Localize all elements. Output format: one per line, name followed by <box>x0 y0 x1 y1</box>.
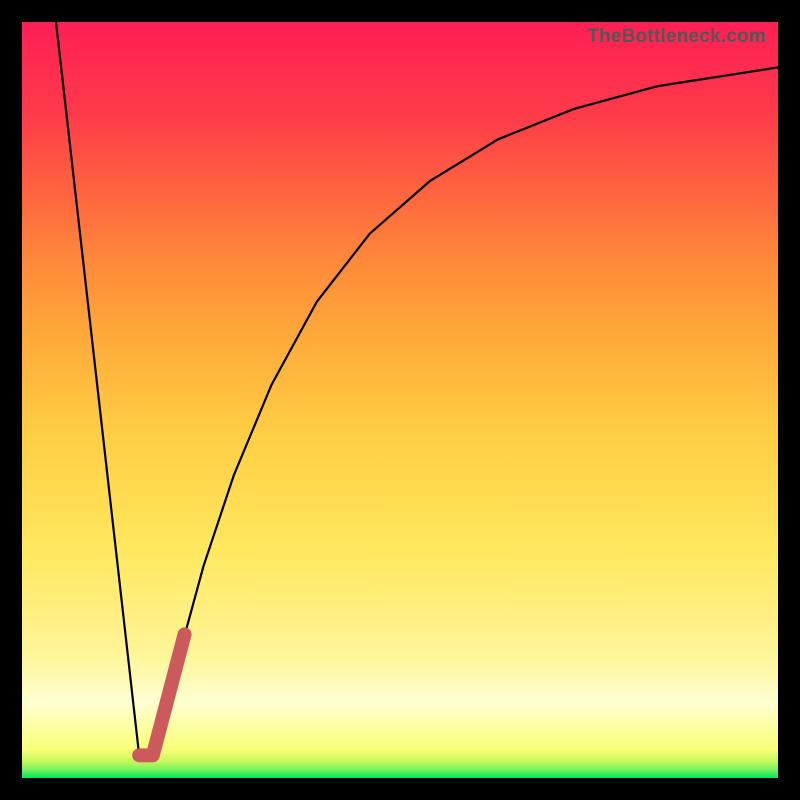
series-right-curve <box>153 67 778 755</box>
series-red-marker <box>139 634 184 755</box>
series-left-descent <box>56 22 139 755</box>
curve-layer <box>22 22 778 778</box>
plot-area: TheBottleneck.com <box>22 22 778 778</box>
chart-frame: TheBottleneck.com <box>0 0 800 800</box>
